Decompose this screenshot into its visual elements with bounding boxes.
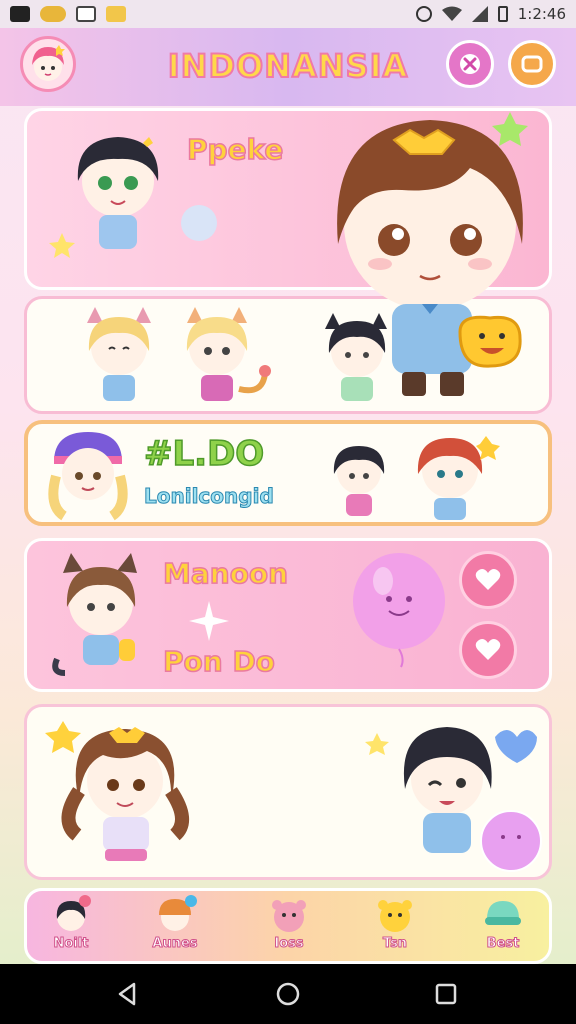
like-button-2[interactable] — [459, 621, 517, 679]
yellow-bear-icon — [373, 895, 417, 935]
tab-ioss[interactable]: Ioss — [257, 895, 321, 959]
bottom-tab-bar: Noilt Aunes Ioss Tsn Best — [24, 888, 552, 964]
tab-tsn[interactable]: Tsn — [363, 895, 427, 959]
heart-icon — [475, 639, 501, 660]
orange-hair-avatar-icon — [153, 895, 197, 935]
app-header: INDONANSIA — [0, 28, 576, 106]
chibi-winking-dark-hair-boy-icon — [365, 727, 542, 872]
recents-icon[interactable] — [432, 980, 460, 1008]
battery-icon — [497, 6, 508, 22]
sparkle-icon — [189, 601, 229, 641]
app-title: INDONANSIA — [167, 46, 409, 86]
tab-aunes[interactable]: Aunes — [143, 895, 207, 959]
close-circle-button[interactable] — [446, 40, 494, 88]
card-3-label: #L.DO — [143, 433, 265, 475]
heart-icon — [475, 569, 501, 590]
chibi-cat-ear-blonde-girl-icon — [87, 307, 151, 401]
camera-icon — [521, 55, 543, 73]
sparkle-bubble-icon — [181, 205, 217, 241]
character-card-4[interactable]: Manoon Pon Do — [24, 538, 552, 692]
profile-avatar-icon — [32, 45, 65, 81]
chibi-black-hair-girl-icon — [77, 137, 159, 249]
tab-aunes-label: Aunes — [152, 936, 198, 952]
card-3-sublabel: Lonilcongid — [144, 484, 275, 509]
chibi-cat-ear-blonde-girl-2-icon — [186, 307, 271, 401]
tab-best[interactable]: Best — [471, 895, 535, 959]
status-time: 1:2:46 — [517, 5, 566, 23]
pink-bear-icon — [267, 895, 311, 935]
chibi-red-hair-girl-icon — [417, 436, 500, 520]
chibi-beanie-blonde-girl-icon — [48, 432, 128, 521]
tab-tsn-label: Tsn — [382, 936, 408, 952]
status-right-icons: 1:2:46 — [415, 5, 566, 23]
hero-brown-hair-chibi-icon — [337, 112, 528, 396]
profile-avatar-button[interactable] — [20, 36, 76, 92]
card-4-label: Manoon — [162, 556, 289, 591]
system-navigation-bar — [0, 964, 576, 1024]
camera-button[interactable] — [508, 40, 556, 88]
game-notification-icon — [40, 6, 66, 22]
status-bar: 1:2:46 — [0, 0, 576, 28]
back-icon[interactable] — [114, 980, 142, 1008]
alarm-icon — [415, 6, 432, 22]
chibi-dark-hair-girl-icon — [333, 446, 385, 516]
wifi-icon — [441, 6, 462, 21]
smile-balloon-icon — [353, 553, 445, 668]
signal-icon — [471, 6, 488, 22]
green-cap-icon — [481, 895, 525, 935]
tab-noilt-label: Noilt — [53, 936, 89, 952]
mail-notification-icon — [76, 6, 96, 22]
home-icon[interactable] — [274, 980, 302, 1008]
card-4-sublabel: Pon Do — [162, 644, 275, 679]
close-icon — [460, 54, 480, 74]
chibi-wavy-brown-hair-girl-icon — [45, 721, 189, 861]
card-1-label: Ppeke — [186, 132, 284, 167]
star-decor-icon — [49, 233, 75, 258]
tab-best-label: Best — [486, 936, 520, 952]
chibi-cat-ear-brown-hair-girl-icon — [52, 553, 137, 676]
like-button-1[interactable] — [459, 551, 517, 609]
puzzle-notification-icon — [106, 6, 126, 22]
status-left-icons — [10, 6, 126, 22]
girl-avatar-icon — [49, 895, 93, 935]
tab-noilt[interactable]: Noilt — [39, 895, 103, 959]
character-card-5[interactable] — [24, 704, 552, 880]
tab-ioss-label: Ioss — [274, 936, 304, 952]
notification-icon — [10, 6, 30, 22]
character-card-3[interactable]: #L.DO Lonilcongid — [24, 420, 552, 526]
